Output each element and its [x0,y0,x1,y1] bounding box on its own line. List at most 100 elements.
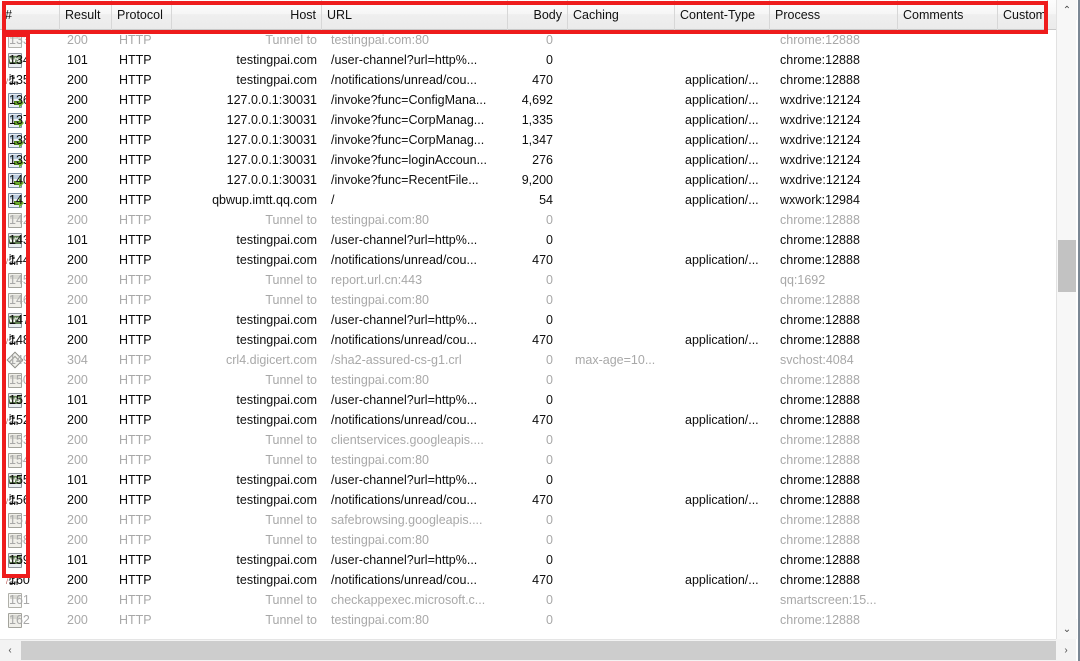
column-header-result[interactable]: Result [60,0,112,30]
cell-comments [900,90,985,110]
cell-process: chrome:12888 [775,70,897,90]
table-row[interactable]: /json148200HTTPtestingpai.com/notificati… [0,330,1056,350]
cell-result: 200 [62,450,114,470]
cell-comments [900,70,985,90]
table-row[interactable]: 140200HTTP127.0.0.1:30031/invoke?func=Re… [0,170,1056,190]
cell-url: testingpai.com:80 [326,210,508,230]
cell-result: 200 [62,510,114,530]
cell-protocol: HTTP [114,210,174,230]
sessions-grid[interactable]: #ResultProtocolHostURLBodyCachingContent… [0,0,1056,639]
column-header-custom[interactable]: Custom [998,0,1048,30]
cell-protocol: HTTP [114,410,174,430]
table-row[interactable]: 138200HTTP127.0.0.1:30031/invoke?func=Co… [0,130,1056,150]
table-row[interactable]: 150200HTTPTunnel totestingpai.com:800chr… [0,370,1056,390]
cell-custom [1000,490,1050,510]
cell-result: 200 [62,370,114,390]
scroll-right-arrow-icon[interactable]: › [1056,639,1076,661]
table-row[interactable]: WS143101HTTPtestingpai.com/user-channel?… [0,230,1056,250]
cell-ctype: application/... [680,110,768,130]
cell-body: 0 [500,510,558,530]
table-row[interactable]: 137200HTTP127.0.0.1:30031/invoke?func=Co… [0,110,1056,130]
table-row[interactable]: 133200HTTPTunnel totestingpai.com:800chr… [0,30,1056,50]
cell-url: /user-channel?url=http%... [326,230,508,250]
cell-body: 276 [500,150,558,170]
table-row[interactable]: 157200HTTPTunnel tosafebrowsing.googleap… [0,510,1056,530]
cell-host: Tunnel to [174,290,322,310]
table-row[interactable]: WS151101HTTPtestingpai.com/user-channel?… [0,390,1056,410]
cell-result: 304 [62,350,114,370]
scroll-left-arrow-icon[interactable]: ‹ [0,640,20,661]
cell-result: 101 [62,310,114,330]
table-row[interactable]: /json144200HTTPtestingpai.com/notificati… [0,250,1056,270]
table-row[interactable]: WS155101HTTPtestingpai.com/user-channel?… [0,470,1056,490]
table-row[interactable]: 158200HTTPTunnel totestingpai.com:800chr… [0,530,1056,550]
table-row[interactable]: 145200HTTPTunnel toreport.url.cn:4430qq:… [0,270,1056,290]
table-row[interactable]: 154200HTTPTunnel totestingpai.com:800chr… [0,450,1056,470]
cell-host: testingpai.com [174,310,322,330]
column-header-ctype[interactable]: Content-Type [675,0,770,30]
cell-process: chrome:12888 [775,410,897,430]
cell-comments [900,530,985,550]
cell-body: 0 [500,230,558,250]
cell-protocol: HTTP [114,170,174,190]
column-header-protocol[interactable]: Protocol [112,0,172,30]
table-row[interactable]: 141200HTTPqbwup.imtt.qq.com/54applicatio… [0,190,1056,210]
table-row[interactable]: /json160200HTTPtestingpai.com/notificati… [0,570,1056,590]
cell-caching [570,370,675,390]
table-row[interactable]: 162200HTTPTunnel totestingpai.com:800chr… [0,610,1056,630]
cell-body: 0 [500,470,558,490]
vertical-scrollbar[interactable]: ⌃ ⌄ [1056,0,1076,639]
table-row[interactable]: 142200HTTPTunnel totestingpai.com:800chr… [0,210,1056,230]
scroll-up-arrow-icon[interactable]: ⌃ [1057,0,1077,20]
cell-comments [900,170,985,190]
cell-protocol: HTTP [114,130,174,150]
table-row[interactable]: 146200HTTPTunnel totestingpai.com:800chr… [0,290,1056,310]
sessions-row-container[interactable]: 133200HTTPTunnel totestingpai.com:800chr… [0,30,1056,630]
cell-caching [570,190,675,210]
column-header-body[interactable]: Body [508,0,568,30]
scroll-down-arrow-icon[interactable]: ⌄ [1057,619,1077,639]
cell-body: 0 [500,310,558,330]
vertical-scrollbar-thumb[interactable] [1058,240,1076,292]
table-row[interactable]: 136200HTTP127.0.0.1:30031/invoke?func=Co… [0,90,1056,110]
cell-num: 146 [4,290,62,310]
horizontal-scrollbar-thumb[interactable] [21,641,1056,660]
table-row[interactable]: 161200HTTPTunnel tocheckappexec.microsof… [0,590,1056,610]
cell-caching [570,570,675,590]
table-row[interactable]: 153200HTTPTunnel toclientservices.google… [0,430,1056,450]
cell-comments [900,570,985,590]
table-row[interactable]: WS159101HTTPtestingpai.com/user-channel?… [0,550,1056,570]
cell-result: 200 [62,190,114,210]
table-row[interactable]: WS147101HTTPtestingpai.com/user-channel?… [0,310,1056,330]
cell-num: 158 [4,530,62,550]
cell-process: chrome:12888 [775,30,897,50]
table-row[interactable]: /json156200HTTPtestingpai.com/notificati… [0,490,1056,510]
table-row[interactable]: WS134101HTTPtestingpai.com/user-channel?… [0,50,1056,70]
cell-protocol: HTTP [114,230,174,250]
cell-num: 161 [4,590,62,610]
column-header-url[interactable]: URL [322,0,508,30]
column-header-num[interactable]: # [0,0,60,30]
horizontal-scrollbar[interactable]: ‹ [0,639,1056,661]
cell-custom [1000,230,1050,250]
table-row[interactable]: 139200HTTP127.0.0.1:30031/invoke?func=lo… [0,150,1056,170]
cell-caching [570,410,675,430]
column-header-host[interactable]: Host [172,0,322,30]
cell-custom [1000,350,1050,370]
cell-protocol: HTTP [114,50,174,70]
table-row[interactable]: /json135200HTTPtestingpai.com/notificati… [0,70,1056,90]
cell-url: testingpai.com:80 [326,370,508,390]
cell-body: 0 [500,290,558,310]
column-header-comments[interactable]: Comments [898,0,998,30]
column-header-process[interactable]: Process [770,0,898,30]
table-row[interactable]: /json152200HTTPtestingpai.com/notificati… [0,410,1056,430]
cell-result: 200 [62,410,114,430]
cell-url: /user-channel?url=http%... [326,390,508,410]
cell-protocol: HTTP [114,490,174,510]
column-header-caching[interactable]: Caching [568,0,675,30]
table-row[interactable]: 149304HTTPcrl4.digicert.com/sha2-assured… [0,350,1056,370]
cell-ctype [680,50,768,70]
cell-comments [900,470,985,490]
column-header-row[interactable]: #ResultProtocolHostURLBodyCachingContent… [0,0,1056,30]
cell-process: wxdrive:12124 [775,110,897,130]
